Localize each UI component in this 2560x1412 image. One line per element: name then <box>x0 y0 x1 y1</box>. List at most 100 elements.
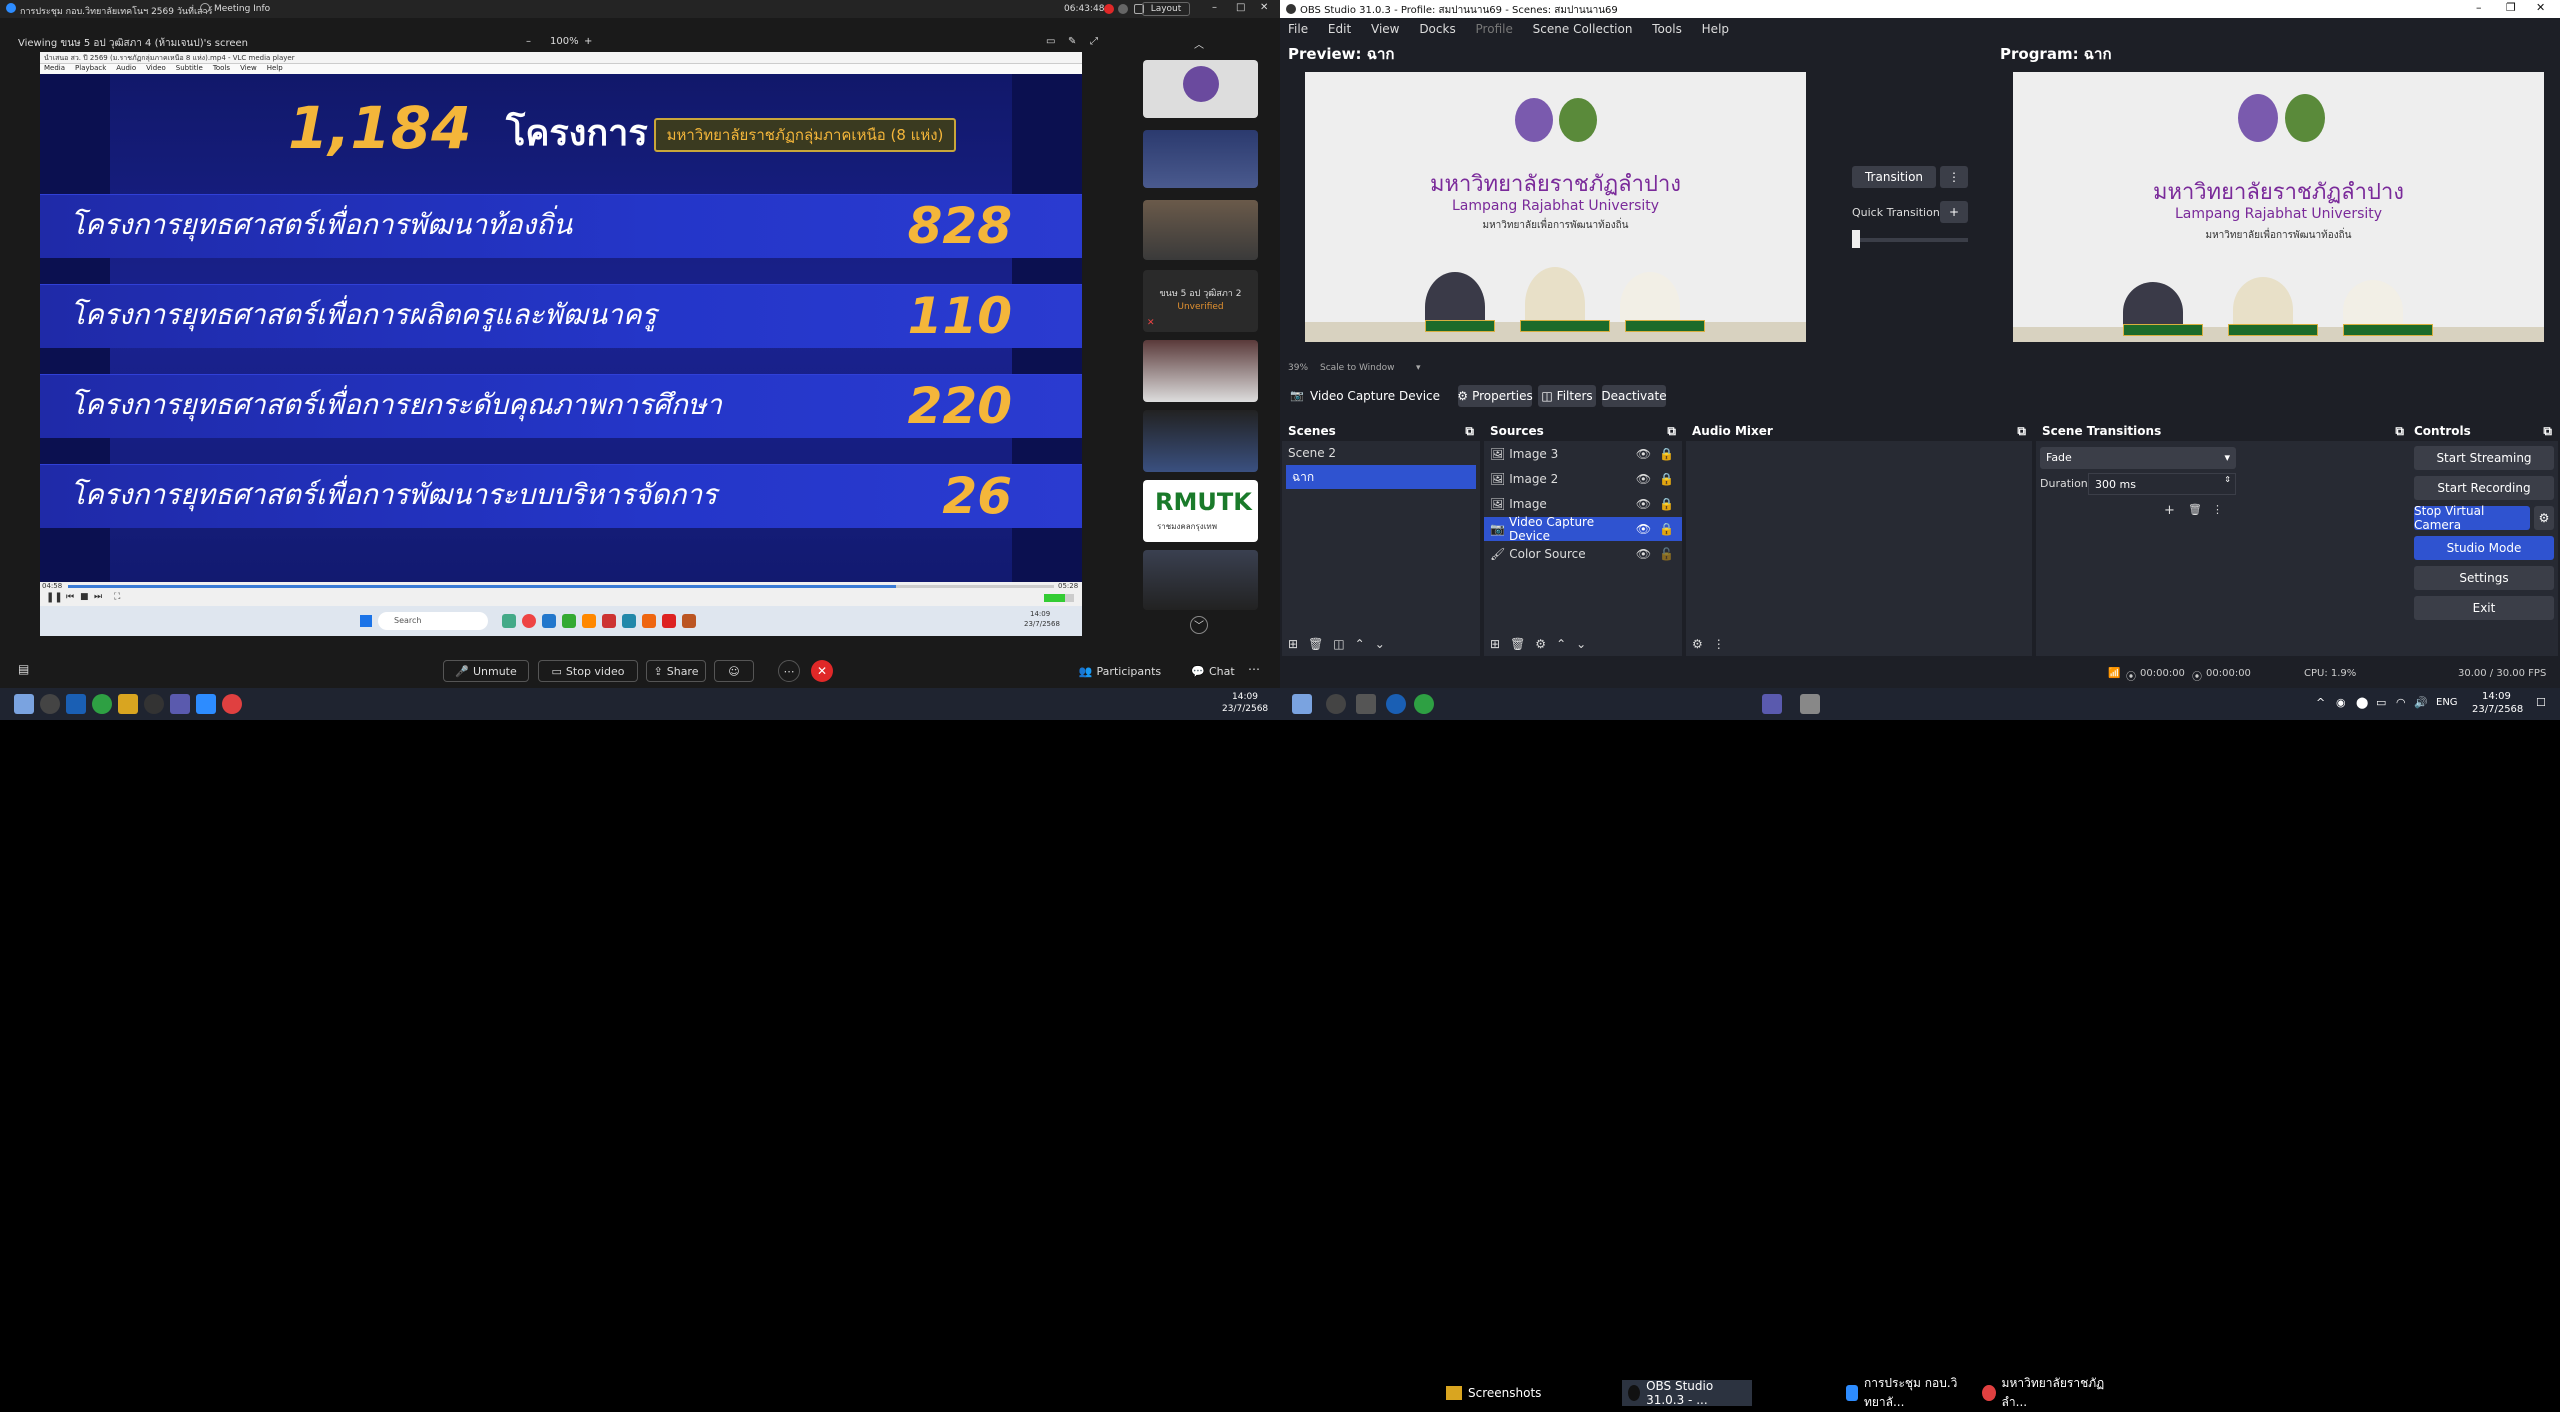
share-button[interactable]: ⇪ Share <box>646 660 706 682</box>
lock-icon[interactable]: 🔒 <box>1659 497 1674 511</box>
add-quick-transition-icon[interactable]: + <box>1940 201 1968 223</box>
settings-button[interactable]: Settings <box>2414 566 2554 590</box>
vlc-seek-bar[interactable] <box>68 585 1054 588</box>
app-icon[interactable] <box>1800 694 1820 714</box>
remove-icon[interactable]: 🗑 <box>1510 637 1525 651</box>
source-item[interactable]: 🖌 Color Source 👁 🔓 <box>1484 542 1682 566</box>
move-up-icon[interactable]: ⌃ <box>1556 637 1566 651</box>
wifi-icon[interactable]: ◠ <box>2396 696 2406 709</box>
search-icon[interactable] <box>40 694 60 714</box>
more-icon[interactable]: ⋯ <box>778 660 800 682</box>
windows-start-icon[interactable] <box>1292 694 1312 714</box>
exit-button[interactable]: Exit <box>2414 596 2554 620</box>
vlc-menu-playback[interactable]: Playback <box>75 64 106 74</box>
more-options-icon[interactable]: ⋯ <box>1248 662 1260 676</box>
studio-mode-button[interactable]: Studio Mode <box>2414 536 2554 560</box>
remove-icon[interactable]: 🗑 <box>2188 503 2202 516</box>
tbar-slider[interactable] <box>1852 238 1968 242</box>
taskbar-obs[interactable]: OBS Studio 31.0.3 - ... <box>1622 1379 1752 1407</box>
transition-button[interactable]: Transition <box>1852 166 1936 188</box>
lock-icon[interactable]: 🔒 <box>1659 522 1674 536</box>
gear-icon[interactable]: ⚙ <box>1692 637 1703 651</box>
add-icon[interactable]: + <box>2164 503 2175 518</box>
clock[interactable]: 14:09 <box>2482 691 2511 702</box>
deactivate-button[interactable]: Deactivate <box>1601 385 1667 407</box>
previous-icon[interactable]: ⏮ <box>66 592 74 602</box>
virtual-camera-gear-icon[interactable]: ⚙ <box>2534 506 2554 530</box>
scroll-up-icon[interactable]: ︿ <box>1194 36 1204 51</box>
properties-button[interactable]: ⚙ Properties <box>1457 385 1533 407</box>
language-indicator[interactable]: ENG <box>2436 697 2458 708</box>
vlc-menu-help[interactable]: Help <box>267 64 283 74</box>
maximize-icon[interactable]: □ <box>1236 2 1245 13</box>
leave-icon[interactable]: ✕ <box>811 660 833 682</box>
maximize-icon[interactable]: ❐ <box>2506 1 2516 14</box>
undock-icon[interactable]: ⧉ <box>2543 424 2552 439</box>
caption-icon[interactable]: ▤ <box>18 662 29 676</box>
lock-icon[interactable]: 🔒 <box>1659 472 1674 486</box>
participant-thumbnail[interactable] <box>1143 340 1258 402</box>
menu-help[interactable]: Help <box>1702 22 1729 36</box>
scale-mode[interactable]: Scale to Window <box>1320 363 1394 373</box>
vlc-volume-slider[interactable] <box>1044 594 1074 602</box>
chrome-icon[interactable] <box>1414 694 1434 714</box>
eye-icon[interactable]: 👁 <box>1636 497 1651 511</box>
fit-screen-icon[interactable]: ⤢ <box>1090 36 1098 47</box>
menu-docks[interactable]: Docks <box>1419 22 1455 36</box>
lock-icon[interactable]: 🔒 <box>1659 447 1674 461</box>
scene-item[interactable]: ฉาก <box>1286 465 1476 489</box>
zoom-in-icon[interactable]: + <box>584 36 592 47</box>
source-item[interactable]: 🖼 Image 2 👁 🔒 <box>1484 467 1682 491</box>
reactions-button[interactable]: ☺ <box>714 660 754 682</box>
undock-icon[interactable]: ⧉ <box>2017 424 2026 439</box>
stop-virtual-camera-button[interactable]: Stop Virtual Camera <box>2414 504 2530 532</box>
undock-icon[interactable]: ⧉ <box>2395 424 2404 439</box>
filters-button[interactable]: ◫ Filters <box>1538 385 1596 407</box>
menu-scene-collection[interactable]: Scene Collection <box>1533 22 1633 36</box>
duration-spinbox[interactable]: 300 ms ⇕ <box>2088 473 2236 495</box>
vlc-menu-media[interactable]: Media <box>44 64 65 74</box>
chevron-up-icon[interactable]: ^ <box>2316 696 2325 709</box>
participant-thumbnail[interactable]: ขนษ 5 อป วุฒิสภา 2 Unverified ✕ <box>1143 270 1258 332</box>
participant-thumbnail[interactable] <box>1143 410 1258 472</box>
menu-profile[interactable]: Profile <box>1476 22 1513 36</box>
folder-icon[interactable] <box>118 694 138 714</box>
eye-icon[interactable]: 👁 <box>1636 547 1651 561</box>
source-item[interactable]: 📷 Video Capture Device 👁 🔒 <box>1484 515 1682 543</box>
app-icon[interactable] <box>222 694 242 714</box>
vlc-menu-view[interactable]: View <box>240 64 257 74</box>
preview-canvas[interactable]: มหาวิทยาลัยราชภัฏลำปาง Lampang Rajabhat … <box>1305 72 1806 342</box>
scroll-down-icon[interactable]: ﹀ <box>1190 616 1208 634</box>
taskbar-chrome[interactable]: มหาวิทยาลัยราชภัฏลำ... <box>1976 1376 2116 1409</box>
layout-button[interactable]: Layout <box>1142 2 1190 16</box>
tray-icon[interactable]: ⬤ <box>2356 696 2368 709</box>
app-icon[interactable] <box>196 694 216 714</box>
chat-button[interactable]: 💬 Chat <box>1190 660 1236 682</box>
source-item[interactable]: 🖼 Image 👁 🔒 <box>1484 492 1682 516</box>
minimize-icon[interactable]: – <box>2476 1 2482 14</box>
start-streaming-button[interactable]: Start Streaming <box>2414 446 2554 470</box>
eye-icon[interactable]: 👁 <box>1636 522 1651 536</box>
scene-item[interactable]: Scene 2 <box>1282 441 1480 465</box>
app-icon[interactable] <box>92 694 112 714</box>
participant-thumbnail[interactable]: RMUTK ราชมงคลกรุงเทพ <box>1143 480 1258 542</box>
zoom-level[interactable]: 100% <box>550 36 579 47</box>
taskbar-zoom[interactable]: การประชุม กอบ.วิทยาลั... <box>1840 1376 1970 1409</box>
unlock-icon[interactable]: 🔓 <box>1659 547 1674 561</box>
chat-bubble-icon[interactable]: ▭ <box>1046 36 1055 47</box>
volume-icon[interactable]: 🔊 <box>2414 696 2428 709</box>
transition-menu-icon[interactable]: ⋮ <box>1940 166 1968 188</box>
edge-icon[interactable] <box>1386 694 1406 714</box>
source-item[interactable]: 🖼 Image 3 👁 🔒 <box>1484 442 1682 466</box>
unmute-button[interactable]: 🎤 Unmute <box>443 660 529 682</box>
move-down-icon[interactable]: ⌄ <box>1375 637 1385 651</box>
app-icon[interactable] <box>14 694 34 714</box>
vlc-menu-tools[interactable]: Tools <box>213 64 230 74</box>
add-icon[interactable]: ⊞ <box>1490 637 1500 651</box>
eye-icon[interactable]: 👁 <box>1636 447 1651 461</box>
stop-video-button[interactable]: ▭ Stop video <box>538 660 638 682</box>
gear-icon[interactable]: ⚙ <box>1535 637 1546 651</box>
chevron-down-icon[interactable]: ▾ <box>1416 363 1421 373</box>
taskbar-screenshots[interactable]: Screenshots <box>1440 1380 1560 1406</box>
annotate-icon[interactable]: ✎ <box>1068 36 1076 47</box>
